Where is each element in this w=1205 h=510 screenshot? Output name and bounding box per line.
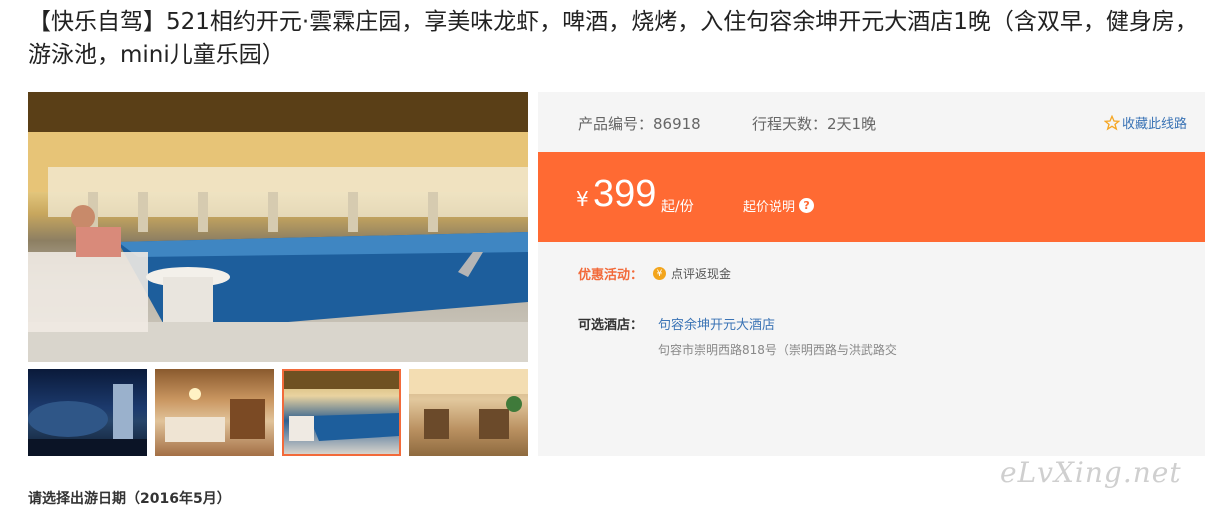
thumbnail-room-image bbox=[165, 388, 265, 442]
favorite-label: 收藏此线路 bbox=[1121, 117, 1187, 132]
thumbnail-room[interactable] bbox=[155, 369, 274, 456]
hotel-name-link[interactable]: 句容余坤开元大酒店 bbox=[658, 314, 775, 333]
thumbnail-lobby-image bbox=[409, 369, 528, 439]
favorite-button[interactable]: 收藏此线路 bbox=[1103, 113, 1187, 132]
main-photo bbox=[28, 92, 528, 362]
promotion-row: 优惠活动： ¥ 点评返现金 bbox=[578, 264, 731, 283]
hotel-label: 可选酒店： bbox=[578, 318, 644, 333]
thumbnail-pool[interactable] bbox=[282, 369, 401, 456]
price-note-link[interactable]: 起价说明 ? bbox=[743, 196, 815, 215]
price-bar: ¥ 399 起/份 起价说明 ? bbox=[538, 152, 1205, 242]
thumbnail-exterior[interactable] bbox=[28, 369, 147, 456]
site-watermark: eLvXing.net bbox=[1000, 456, 1182, 489]
thumbnail-strip bbox=[28, 369, 528, 456]
price-amount: 399 bbox=[593, 173, 657, 215]
hotel-address: 句容市崇明西路818号（崇明西路与洪武路交 bbox=[658, 343, 897, 357]
price-note-label: 起价说明 bbox=[743, 200, 796, 215]
product-info-panel: 产品编号：86918 行程天数：2天1晚 收藏此线路 ¥ 399 起/份 起价说… bbox=[538, 92, 1205, 456]
pool-scene-image bbox=[28, 92, 528, 362]
trip-days: 行程天数：2天1晚 bbox=[752, 115, 877, 133]
thumbnail-exterior-image bbox=[28, 384, 147, 456]
thumbnail-lobby[interactable] bbox=[409, 369, 528, 456]
date-section-title: 请选择出游日期（2016年5月） bbox=[28, 491, 231, 507]
photo-gallery bbox=[28, 92, 528, 456]
help-icon: ? bbox=[799, 198, 815, 213]
promotion-text: 点评返现金 bbox=[671, 267, 732, 281]
coin-icon: ¥ bbox=[653, 267, 667, 280]
price-unit: 起/份 bbox=[661, 199, 694, 215]
product-number: 产品编号：86918 bbox=[578, 115, 701, 133]
product-title: 【快乐自驾】521相约开元·雲霖庄园，享美味龙虾，啤酒，烧烤，入住句容余坤开元大… bbox=[28, 9, 1198, 68]
thumbnail-pool-image bbox=[284, 371, 399, 441]
promotion-label: 优惠活动： bbox=[578, 268, 644, 283]
star-icon bbox=[1103, 114, 1120, 130]
product-meta: 产品编号：86918 行程天数：2天1晚 收藏此线路 bbox=[538, 92, 1205, 152]
currency-symbol: ¥ bbox=[576, 187, 589, 211]
